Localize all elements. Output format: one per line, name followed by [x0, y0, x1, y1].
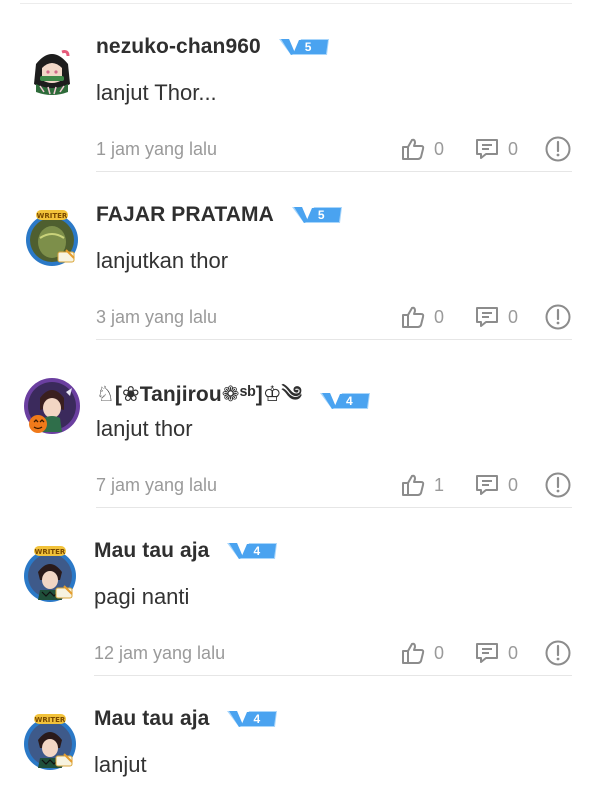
comment-actions: 0 0 [400, 639, 572, 667]
timestamp: 1 jam yang lalu [96, 139, 218, 159]
like-button[interactable]: 0 [400, 640, 474, 666]
thumbs-up-icon [402, 306, 425, 328]
reply-count: 0 [508, 138, 519, 159]
comment-actions: 1 0 [400, 471, 572, 499]
avatar-nezuko-icon [24, 42, 80, 98]
avatar[interactable]: WRITER [20, 712, 80, 772]
level-badge: 4 [319, 391, 372, 411]
reply-button[interactable]: 0 [474, 640, 544, 666]
username[interactable]: Mau tau aja [94, 707, 209, 731]
like-button[interactable]: 0 [400, 304, 474, 330]
timestamp: 3 jam yang lalu [96, 307, 218, 327]
svg-text:WRITER: WRITER [35, 716, 66, 724]
like-count: 0 [434, 642, 445, 663]
level-number: 4 [253, 712, 261, 726]
like-count: 1 [434, 474, 445, 495]
thumbs-up-icon [402, 642, 425, 664]
comment-actions: 0 0 [400, 135, 572, 163]
like-count: 0 [434, 138, 445, 159]
info-circle-icon [545, 136, 571, 162]
info-circle-icon [545, 640, 571, 666]
reply-button[interactable]: 0 [474, 304, 544, 330]
avatar[interactable]: WRITER [20, 544, 80, 604]
svg-text:WRITER: WRITER [37, 212, 68, 220]
info-circle-icon [545, 472, 571, 498]
level-badge: 4 [227, 709, 279, 729]
comment-text: pagi nanti [94, 584, 190, 609]
level-number: 5 [317, 208, 325, 222]
info-circle-icon [545, 304, 571, 330]
comment-icon [476, 643, 498, 663]
thumbs-up-icon [402, 138, 425, 160]
avatar[interactable] [22, 376, 82, 436]
level-number: 4 [253, 544, 261, 558]
comment-text: lanjut thor [96, 416, 193, 441]
like-button[interactable]: 0 [400, 136, 474, 162]
svg-text:WRITER: WRITER [35, 548, 66, 556]
comment-icon [476, 475, 498, 495]
reply-button[interactable]: 0 [474, 472, 544, 498]
comment-item: WRITER Mau tau aja 4 pagi nanti 12 jam y… [0, 508, 600, 676]
avatar[interactable] [22, 40, 82, 100]
comment-icon [476, 307, 498, 327]
comment-text: lanjutkan thor [96, 248, 229, 273]
comment-item: nezuko-chan960 5 lanjut Thor... 1 jam ya… [0, 4, 600, 172]
timestamp: 7 jam yang lalu [96, 475, 218, 495]
avatar-halloween-icon [24, 378, 80, 434]
avatar[interactable]: WRITER [22, 208, 82, 268]
level-badge: 5 [278, 37, 331, 57]
comment-icon [476, 139, 498, 159]
comment-actions: 0 0 [400, 303, 572, 331]
report-button[interactable] [544, 639, 572, 667]
username[interactable]: nezuko-chan960 [96, 35, 261, 59]
reply-count: 0 [508, 306, 519, 327]
level-number: 4 [345, 393, 353, 408]
comment-item: WRITER Mau tau aja 4 lanjut [0, 676, 600, 796]
comment-item: ♘[❀Tanjirou❁ˢᵇ]♔༄ 4 lanjut thor 7 jam ya… [0, 340, 600, 508]
username[interactable]: Mau tau aja [94, 539, 209, 563]
level-badge: 5 [291, 205, 344, 225]
like-button[interactable]: 1 [400, 472, 474, 498]
avatar-writer-frame-icon: WRITER [24, 714, 76, 770]
report-button[interactable] [544, 471, 572, 499]
timestamp: 12 jam yang lalu [94, 643, 226, 663]
report-button[interactable] [544, 135, 572, 163]
avatar-writer-frame-icon: WRITER [24, 546, 76, 602]
avatar-writer-frame-icon: WRITER [26, 210, 78, 266]
comment-item: WRITER FAJAR PRATAMA 5 lanjutkan thor 3 … [0, 172, 600, 340]
comment-text: lanjut [94, 752, 147, 777]
level-number: 5 [304, 40, 312, 54]
reply-count: 0 [508, 474, 519, 495]
thumbs-up-icon [402, 474, 425, 496]
comment-text: lanjut Thor... [96, 80, 217, 105]
like-count: 0 [434, 306, 445, 327]
level-badge: 4 [227, 541, 279, 561]
reply-button[interactable]: 0 [474, 136, 544, 162]
report-button[interactable] [544, 303, 572, 331]
username[interactable]: FAJAR PRATAMA [96, 203, 274, 227]
reply-count: 0 [508, 642, 519, 663]
